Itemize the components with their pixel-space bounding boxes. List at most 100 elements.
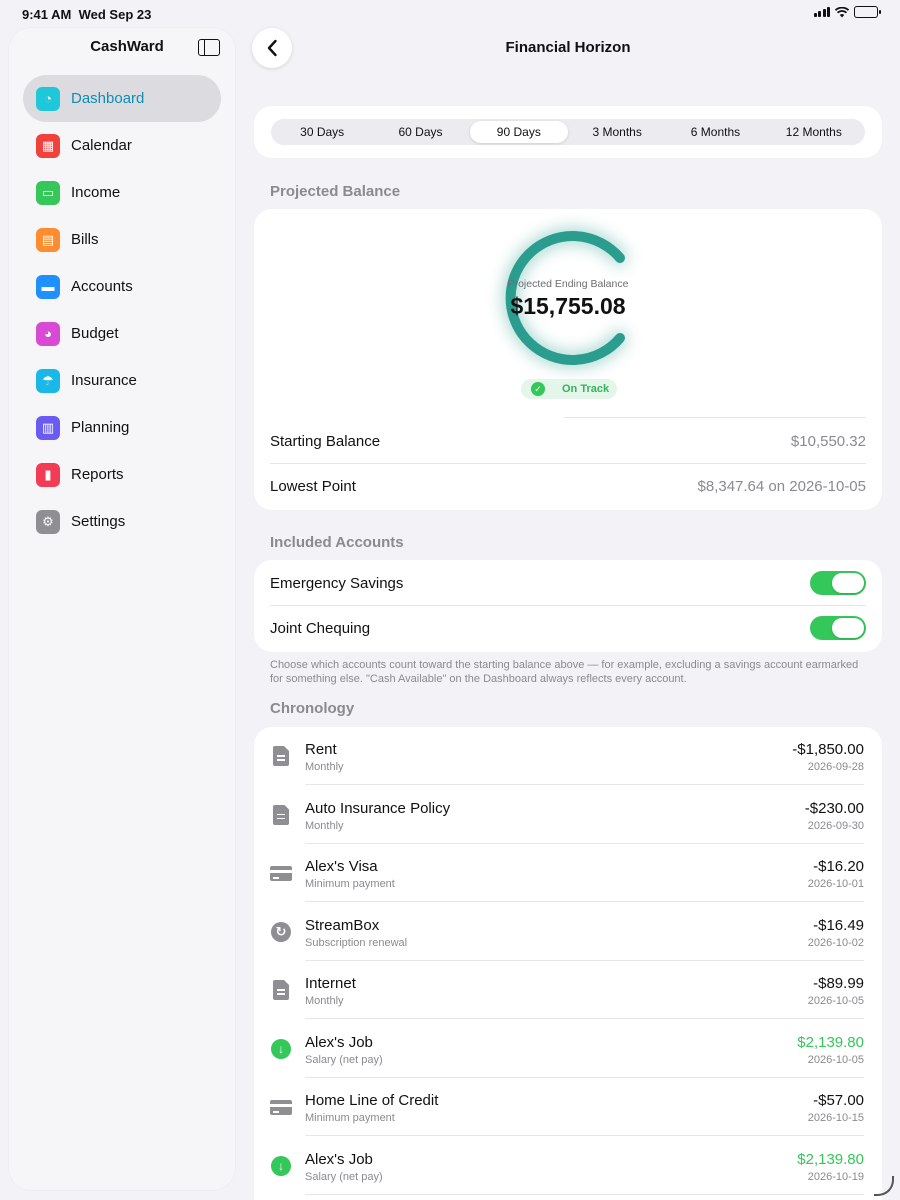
- sidebar-item-label: Budget: [71, 325, 119, 342]
- range-option[interactable]: 60 Days: [371, 121, 469, 143]
- accounts-footnote: Choose which accounts count toward the s…: [270, 659, 859, 685]
- sidebar-item-dashboard[interactable]: ◔ Dashboard: [23, 75, 221, 122]
- item-subtitle: Monthly: [305, 995, 344, 1007]
- item-subtitle: Minimum payment: [305, 878, 395, 890]
- income-arrow-icon: ↓: [270, 1155, 292, 1177]
- sidebar-item-calendar[interactable]: ▦ Calendar: [23, 122, 221, 169]
- chronology-row[interactable]: ↻ StreamBox Subscription renewal -$16.49 202…: [254, 903, 882, 961]
- range-segmented-control: 30 Days 60 Days 90 Days 3 Months 6 Months 12 …: [271, 119, 865, 145]
- starting-balance-value: $10,550.32: [790, 433, 866, 450]
- sidebar-item-label: Settings: [71, 513, 126, 530]
- umbrella-icon: ☂: [36, 368, 60, 393]
- sidebar-item-bills[interactable]: ▤ Bills: [23, 216, 221, 263]
- sidebar-item-settings[interactable]: ⚙ Settings: [23, 498, 221, 545]
- starting-balance-label: Starting Balance: [270, 433, 381, 450]
- item-subtitle: Subscription renewal: [305, 936, 408, 949]
- account-toggle[interactable]: [810, 571, 866, 595]
- account-name: Emergency Savings: [270, 574, 404, 592]
- range-option[interactable]: 3 Months: [568, 121, 666, 143]
- divider: [564, 417, 866, 418]
- lowest-point-value: $8,347.64 on 2026-10-05: [697, 478, 866, 495]
- item-name: Alex's Job: [305, 1033, 373, 1051]
- calendar-icon: ▦: [36, 133, 60, 158]
- sidebar-item-reports[interactable]: ▮ Reports: [23, 451, 221, 498]
- item-subtitle: Monthly: [305, 819, 344, 832]
- item-name: Alex's Visa: [305, 858, 378, 875]
- item-name: Auto Insurance Policy: [305, 799, 451, 817]
- starting-balance-row: Starting Balance $10,550.32: [270, 433, 866, 450]
- projected-balance-card: Projected Ending Balance $15,755.08 ✓ On…: [254, 209, 882, 510]
- lowest-point-label: Lowest Point: [270, 478, 356, 495]
- map-icon: ▥: [36, 415, 60, 440]
- chronology-list: Rent Monthly -$1,850.00 2026-09-28 Auto Insu…: [254, 727, 882, 1200]
- chronology-row[interactable]: Rent Monthly -$1,850.00 2026-09-28: [254, 727, 882, 785]
- account-row: Joint Chequing: [270, 616, 866, 640]
- item-date: 2026-10-05: [807, 1053, 864, 1066]
- sidebar-item-accounts[interactable]: ▬ Accounts: [23, 263, 221, 310]
- item-date: 2026-10-02: [807, 936, 864, 949]
- lowest-point-row: Lowest Point $8,347.64 on 2026-10-05: [270, 478, 866, 495]
- item-date: 2026-10-15: [807, 1112, 864, 1124]
- status-icons: [813, 6, 881, 18]
- sidebar-item-income[interactable]: ▭ Income: [23, 169, 221, 216]
- amount: -$89.99: [813, 975, 864, 992]
- item-subtitle: Salary (net pay): [305, 1053, 383, 1066]
- amount: -$230.00: [804, 799, 864, 817]
- page-title: Financial Horizon: [505, 39, 631, 56]
- renew-icon: ↻: [270, 921, 292, 943]
- chronology-row[interactable]: Alex's Visa Minimum payment -$16.20 2026-10…: [254, 844, 882, 902]
- range-option[interactable]: 6 Months: [666, 121, 764, 143]
- sidebar-item-budget[interactable]: ◕ Budget: [23, 310, 221, 357]
- sidebar-toggle-icon[interactable]: [198, 39, 220, 56]
- status-badge: ✓ On Track: [521, 379, 617, 399]
- amount: -$1,850.00: [792, 741, 864, 758]
- chronology-row[interactable]: ↓ Alex's Job Salary (net pay) $2,139.80 2026…: [254, 1137, 882, 1195]
- document-icon: [270, 745, 292, 767]
- divider: [270, 463, 866, 464]
- sidebar-nav: ◔ Dashboard ▦ Calendar ▭ Income ▤ Bills ▬ Account…: [23, 75, 221, 545]
- chronology-row[interactable]: Home Line of Credit Minimum payment -$57.0…: [254, 1078, 882, 1136]
- sidebar-item-insurance[interactable]: ☂ Insurance: [23, 357, 221, 404]
- bar-chart-icon: ▮: [36, 462, 60, 487]
- range-option[interactable]: 12 Months: [765, 121, 863, 143]
- range-option[interactable]: 30 Days: [273, 121, 371, 143]
- money-icon: ▭: [36, 180, 60, 205]
- battery-icon: [854, 6, 881, 18]
- sidebar: CashWard ◔ Dashboard ▦ Calendar ▭ Income ▤ Bill…: [9, 28, 235, 1190]
- sidebar-item-planning[interactable]: ▥ Planning: [23, 404, 221, 451]
- item-subtitle: Minimum payment: [305, 1112, 395, 1124]
- item-subtitle: Monthly: [305, 761, 344, 773]
- sidebar-item-label: Accounts: [71, 278, 133, 295]
- resize-handle: [874, 1176, 894, 1196]
- included-accounts-header: Included Accounts: [270, 534, 404, 551]
- divider: [270, 605, 866, 606]
- amount: -$57.00: [813, 1092, 864, 1109]
- pie-chart-icon: ◕: [36, 321, 60, 346]
- sidebar-item-label: Planning: [71, 419, 130, 436]
- wifi-icon: [835, 6, 849, 17]
- item-date: 2026-10-19: [807, 1170, 864, 1183]
- amount: -$16.49: [813, 916, 864, 934]
- item-name: Alex's Job: [305, 1150, 373, 1168]
- item-name: Rent: [305, 741, 337, 758]
- amount: $2,139.80: [797, 1150, 864, 1168]
- account-toggle[interactable]: [810, 616, 866, 640]
- status-time: 9:41 AM Wed Sep 23: [22, 7, 152, 22]
- credit-card-icon: ▬: [36, 274, 60, 299]
- cellular-signal-icon: [813, 7, 830, 17]
- income-arrow-icon: ↓: [270, 1038, 292, 1060]
- included-accounts-card: Emergency Savings Joint Chequing: [254, 560, 882, 652]
- sidebar-item-label: Bills: [71, 231, 99, 248]
- gauge-icon: ◔: [36, 86, 60, 111]
- range-option[interactable]: 90 Days: [469, 121, 568, 143]
- projected-balance-header: Projected Balance: [270, 183, 401, 200]
- ending-balance-value: $15,755.08: [510, 293, 626, 319]
- credit-card-icon: [270, 862, 292, 884]
- chronology-row[interactable]: ↓ Alex's Job Salary (net pay) $2,139.80 2026…: [254, 1020, 882, 1078]
- item-date: 2026-10-05: [807, 995, 864, 1007]
- chronology-row[interactable]: Internet Monthly -$89.99 2026-10-05: [254, 961, 882, 1019]
- chronology-row[interactable]: Auto Insurance Policy Monthly -$230.00 2026…: [254, 786, 882, 844]
- chronology-header: Chronology: [270, 700, 355, 717]
- sidebar-item-label: Dashboard: [71, 90, 145, 107]
- item-name: Internet: [305, 975, 356, 992]
